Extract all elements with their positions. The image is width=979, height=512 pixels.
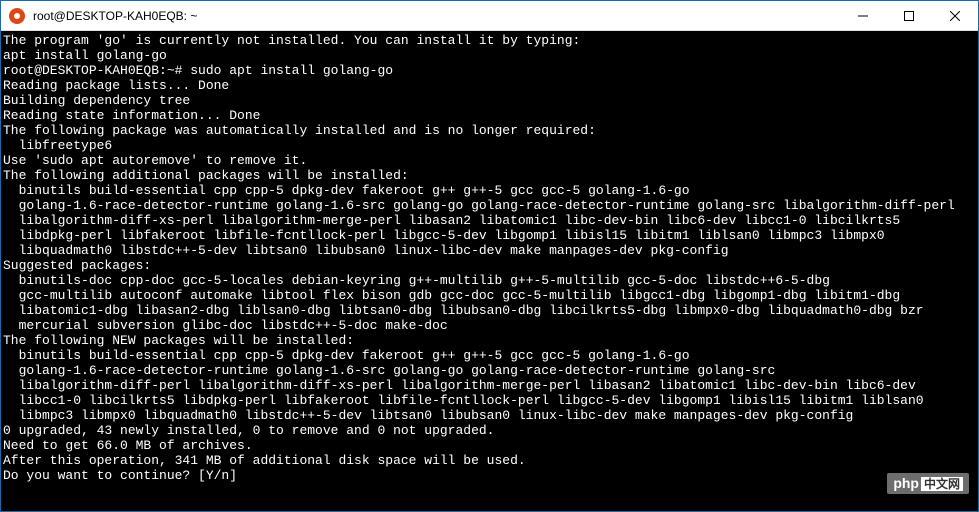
terminal-line: libmpc3 libmpx0 libquadmath0 libstdc++-5… xyxy=(3,408,976,423)
terminal-line: golang-1.6-race-detector-runtime golang-… xyxy=(3,198,976,213)
window-title: root@DESKTOP-KAH0EQB: ~ xyxy=(33,9,840,23)
terminal-line: libquadmath0 libstdc++-5-dev libtsan0 li… xyxy=(3,243,976,258)
terminal-line: After this operation, 341 MB of addition… xyxy=(3,453,976,468)
titlebar: root@DESKTOP-KAH0EQB: ~ xyxy=(1,1,978,31)
terminal-output[interactable]: The program 'go' is currently not instal… xyxy=(1,31,978,511)
terminal-line: Building dependency tree xyxy=(3,93,976,108)
terminal-line: binutils build-essential cpp cpp-5 dpkg-… xyxy=(3,348,976,363)
maximize-button[interactable] xyxy=(886,1,932,30)
terminal-line: apt install golang-go xyxy=(3,48,976,63)
terminal-line: Reading package lists... Done xyxy=(3,78,976,93)
terminal-line: The following package was automatically … xyxy=(3,123,976,138)
minimize-button[interactable] xyxy=(840,1,886,30)
terminal-line: golang-1.6-race-detector-runtime golang-… xyxy=(3,363,976,378)
terminal-window: root@DESKTOP-KAH0EQB: ~ The program 'go'… xyxy=(0,0,979,512)
watermark-php: php xyxy=(893,475,919,491)
terminal-line: Use 'sudo apt autoremove' to remove it. xyxy=(3,153,976,168)
terminal-line: Reading state information... Done xyxy=(3,108,976,123)
terminal-line: Need to get 66.0 MB of archives. xyxy=(3,438,976,453)
ubuntu-icon xyxy=(9,8,25,24)
terminal-line: 0 upgraded, 43 newly installed, 0 to rem… xyxy=(3,423,976,438)
watermark-cn: 中文网 xyxy=(921,477,963,491)
terminal-line: The following additional packages will b… xyxy=(3,168,976,183)
terminal-line: The program 'go' is currently not instal… xyxy=(3,33,976,48)
terminal-line: libfreetype6 xyxy=(3,138,976,153)
terminal-line: gcc-multilib autoconf automake libtool f… xyxy=(3,288,976,303)
terminal-line: binutils-doc cpp-doc gcc-5-locales debia… xyxy=(3,273,976,288)
terminal-line: binutils build-essential cpp cpp-5 dpkg-… xyxy=(3,183,976,198)
minimize-icon xyxy=(858,11,868,21)
terminal-line: libdpkg-perl libfakeroot libfile-fcntllo… xyxy=(3,228,976,243)
terminal-line: libatomic1-dbg libasan2-dbg liblsan0-dbg… xyxy=(3,303,976,318)
maximize-icon xyxy=(904,11,914,21)
watermark: php中文网 xyxy=(887,473,969,494)
terminal-line: libalgorithm-diff-xs-perl libalgorithm-m… xyxy=(3,213,976,228)
window-controls xyxy=(840,1,978,30)
close-button[interactable] xyxy=(932,1,978,30)
terminal-line: libalgorithm-diff-perl libalgorithm-diff… xyxy=(3,378,976,393)
terminal-line: libcc1-0 libcilkrts5 libdpkg-perl libfak… xyxy=(3,393,976,408)
terminal-line: Suggested packages: xyxy=(3,258,976,273)
terminal-line: Do you want to continue? [Y/n] xyxy=(3,468,976,483)
terminal-line: The following NEW packages will be insta… xyxy=(3,333,976,348)
terminal-line: mercurial subversion glibc-doc libstdc++… xyxy=(3,318,976,333)
close-icon xyxy=(950,11,960,21)
terminal-line: root@DESKTOP-KAH0EQB:~# sudo apt install… xyxy=(3,63,976,78)
